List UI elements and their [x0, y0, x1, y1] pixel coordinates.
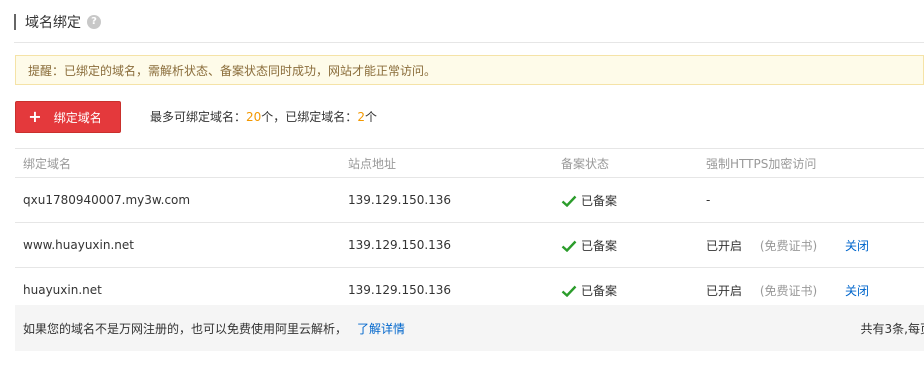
quota-max-value: 20	[246, 110, 262, 124]
quota-bound-label: 个，已绑定域名：	[261, 110, 358, 124]
dns-tip-text: 如果您的域名不是万网注册的，也可以免费使用阿里云解析，	[23, 321, 348, 336]
col-header-https: 强制HTTPS加密访问	[698, 148, 924, 178]
cert-type: (免费证书)	[759, 283, 818, 298]
check-icon	[561, 285, 577, 297]
https-status: 已开启	[706, 238, 743, 253]
quota-bound-value: 2	[357, 110, 365, 124]
table-footer: 如果您的域名不是万网注册的，也可以免费使用阿里云解析， 了解详情 共有3条,每页…	[15, 305, 924, 351]
table-row: qxu1780940007.my3w.com 139.129.150.136 已…	[15, 177, 924, 223]
notice-banner: 提醒：已绑定的域名，需解析状态、备案状态同时成功，网站才能正常访问。	[15, 55, 924, 85]
notice-text: 提醒：已绑定的域名，需解析状态、备案状态同时成功，网站才能正常访问。	[28, 64, 437, 78]
record-status: 已备案	[581, 238, 618, 253]
page-title: 域名绑定	[25, 15, 81, 31]
record-status: 已备案	[581, 283, 618, 298]
col-header-record-status: 备案状态	[553, 148, 698, 178]
cell-domain: www.huayuxin.net	[15, 222, 340, 268]
pagination-total: 共有3条,每页显	[860, 321, 924, 336]
learn-more-link[interactable]: 了解详情	[357, 320, 405, 337]
cell-ip: 139.129.150.136	[340, 177, 553, 223]
cell-domain: qxu1780940007.my3w.com	[15, 177, 340, 223]
disable-https-link[interactable]: 关闭	[845, 284, 869, 298]
cell-ip: 139.129.150.136	[340, 222, 553, 268]
bind-domain-button[interactable]: + 绑定域名	[15, 101, 121, 133]
disable-https-link[interactable]: 关闭	[845, 239, 869, 253]
cell-https: -	[698, 177, 924, 223]
col-header-site-address: 站点地址	[340, 148, 553, 178]
cell-record: 已备案	[553, 222, 698, 268]
title-bar-accent	[14, 14, 16, 30]
question-circle-icon[interactable]: ?	[87, 15, 101, 29]
https-status: 已开启	[706, 283, 743, 298]
plus-icon: +	[28, 107, 42, 126]
record-status: 已备案	[581, 193, 618, 208]
quota-unit: 个	[364, 110, 377, 124]
check-icon	[561, 240, 577, 252]
table-row: www.huayuxin.net 139.129.150.136 已备案 已开启…	[15, 222, 924, 268]
check-icon	[561, 195, 577, 207]
bind-domain-label: 绑定域名	[53, 110, 102, 125]
cell-record: 已备案	[553, 177, 698, 223]
table-header-row: 绑定域名 站点地址 备案状态 强制HTTPS加密访问	[15, 148, 924, 178]
domain-table: 绑定域名 站点地址 备案状态 强制HTTPS加密访问 qxu1780940007…	[15, 148, 924, 313]
quota-max-label: 最多可绑定域名：	[150, 110, 247, 124]
cert-type: (免费证书)	[759, 238, 818, 253]
cell-https: 已开启 (免费证书) 关闭	[698, 222, 924, 268]
divider	[14, 42, 924, 43]
col-header-domain: 绑定域名	[15, 148, 340, 178]
domain-quota: 最多可绑定域名：20个，已绑定域名：2个	[150, 108, 377, 126]
https-status: -	[706, 193, 711, 207]
page-header: 域名绑定 ?	[14, 12, 101, 32]
